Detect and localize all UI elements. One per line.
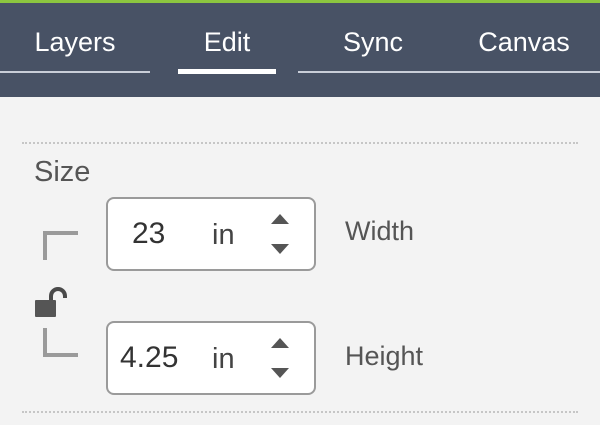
tab-sync-label: Sync bbox=[342, 27, 404, 57]
tab-layers-label: Layers bbox=[34, 27, 116, 57]
tab-sync-underline bbox=[298, 71, 448, 73]
height-label: Height bbox=[345, 341, 424, 371]
tab-edit[interactable]: Edit bbox=[178, 3, 276, 97]
height-value[interactable]: 4.25 bbox=[120, 343, 178, 373]
section-divider-top bbox=[22, 142, 578, 144]
size-section-label: Size bbox=[34, 156, 91, 188]
tab-bar: Layers Edit Sync Canvas bbox=[0, 3, 600, 97]
width-label: Width bbox=[345, 216, 415, 246]
tab-canvas-underline bbox=[448, 71, 600, 73]
height-field[interactable]: 4.25 in bbox=[106, 321, 316, 395]
width-decrement-icon[interactable] bbox=[268, 241, 292, 257]
padlock-open-icon[interactable] bbox=[32, 285, 74, 321]
width-value[interactable]: 23 bbox=[132, 219, 165, 249]
width-unit: in bbox=[212, 219, 235, 251]
width-increment-icon[interactable] bbox=[268, 211, 292, 227]
tab-layers[interactable]: Layers bbox=[0, 3, 150, 97]
height-decrement-icon[interactable] bbox=[268, 365, 292, 381]
tab-sync[interactable]: Sync bbox=[298, 3, 448, 97]
height-increment-icon[interactable] bbox=[268, 335, 292, 351]
tab-edit-underline bbox=[178, 69, 276, 74]
tab-edit-label: Edit bbox=[203, 27, 251, 57]
height-unit: in bbox=[212, 343, 235, 375]
tab-canvas-label: Canvas bbox=[478, 27, 570, 57]
section-divider-bottom bbox=[22, 411, 578, 413]
tab-canvas[interactable]: Canvas bbox=[448, 3, 600, 97]
bracket-bottom-icon bbox=[43, 328, 78, 357]
bracket-top-icon bbox=[43, 231, 78, 260]
tab-layers-underline bbox=[0, 71, 150, 73]
width-field[interactable]: 23 in bbox=[106, 197, 316, 271]
